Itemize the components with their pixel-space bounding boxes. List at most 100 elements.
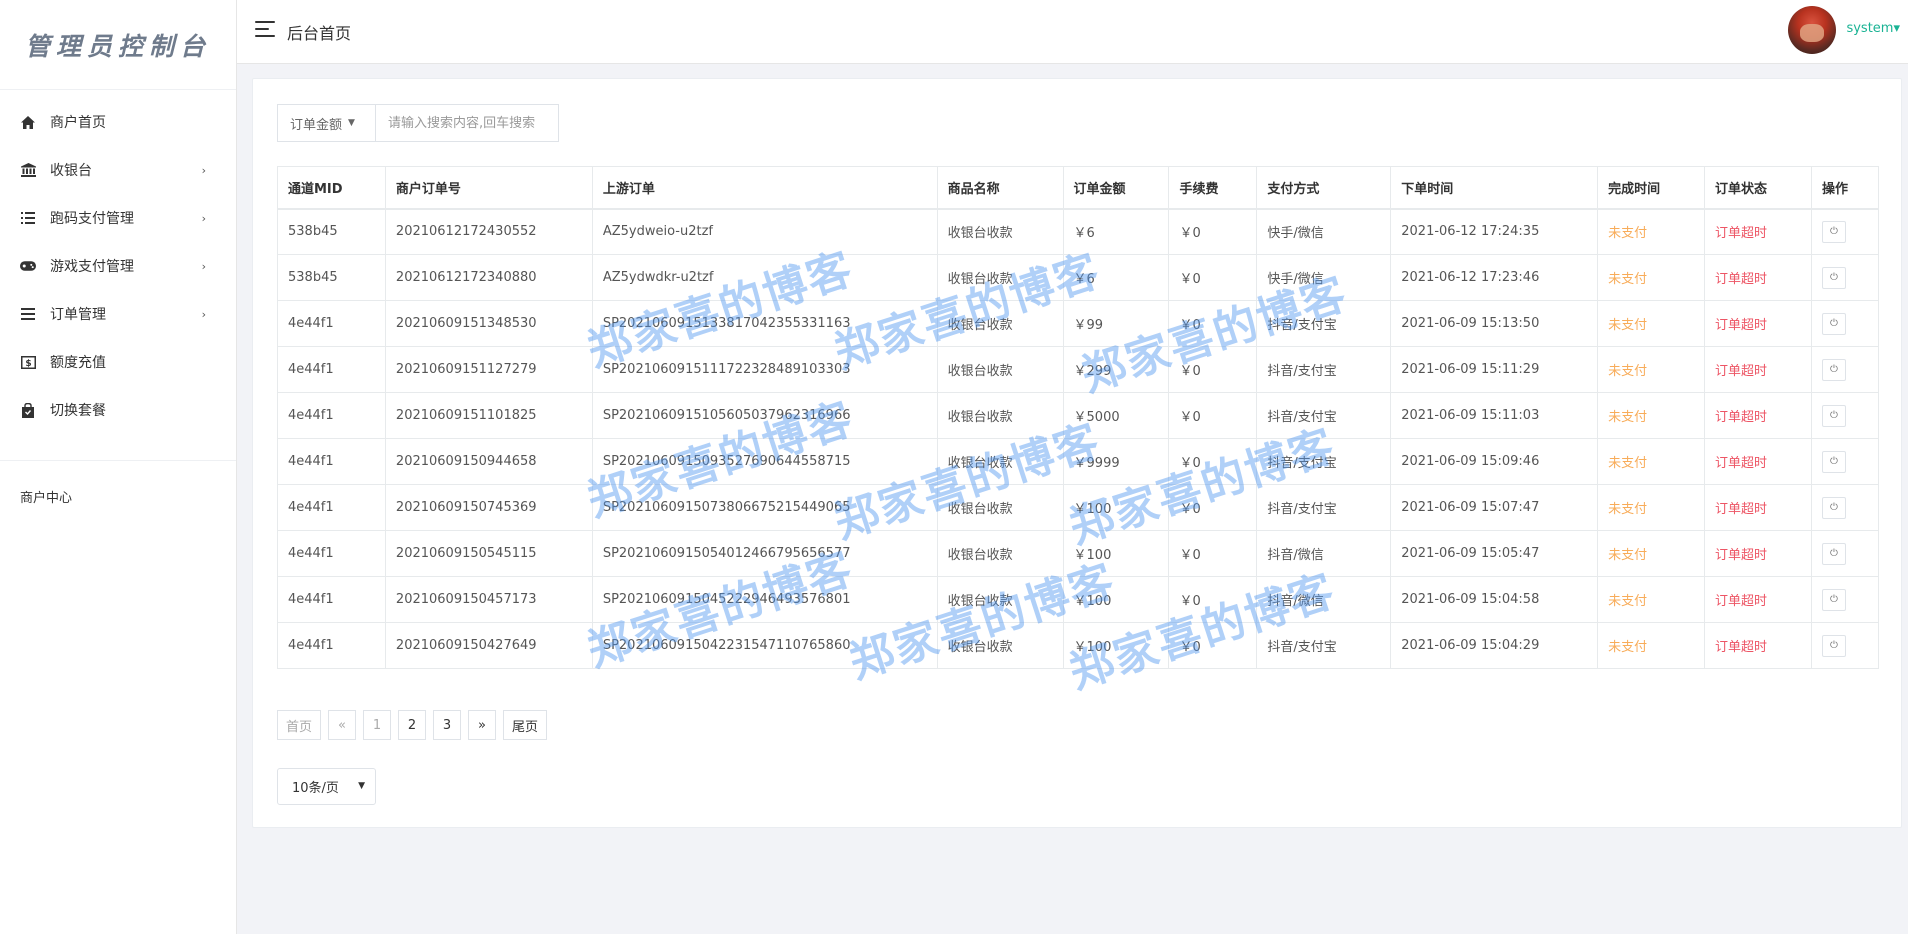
power-icon[interactable]: ⏻ [1821, 496, 1846, 519]
cell-channel-mid: 538b45 [277, 208, 386, 255]
table-body: 538b45 20210612172430552 AZ5ydweio-u2tzf 收银… [277, 208, 1880, 669]
next-page-button[interactable]: » [468, 710, 497, 740]
cell-merchant-order-no: 20210609150427649 [384, 622, 593, 669]
cell-actions: ⏻ [1810, 346, 1880, 393]
sidebar-item-merchant-center[interactable]: 商户中心 [0, 461, 236, 506]
cell-actions: ⏻ [1810, 622, 1880, 669]
cell-merchant-order-no: 20210609150745369 [384, 484, 593, 531]
cell-product-name: 收银台收款 [936, 254, 1064, 301]
power-icon[interactable]: ⏻ [1821, 312, 1846, 335]
table-row: 4e44f1 20210609150545115 SP202106091505401… [277, 530, 1880, 577]
cell-product-name: 收银台收款 [936, 438, 1064, 485]
header-col-payment-method: 支付方式 [1256, 166, 1392, 210]
cell-actions: ⏻ [1810, 208, 1880, 255]
power-icon[interactable]: ⏻ [1821, 266, 1846, 289]
table-row: 4e44f1 20210609150427649 SP202106091504223… [277, 622, 1880, 669]
cell-complete-time: 未支付 [1597, 392, 1706, 439]
cell-merchant-order-no: 20210609150457173 [384, 576, 593, 623]
power-icon[interactable]: ⏻ [1821, 588, 1846, 611]
sidebar-item-label: 商户首页 [50, 115, 106, 131]
cell-upstream-order: SP20210609151056050379623169​66 [591, 392, 938, 439]
cell-upstream-order: SP20210609150540124667956565​77 [591, 530, 938, 577]
sidebar-item-label: 额度充值 [50, 355, 106, 371]
cell-complete-time: 未支付 [1597, 346, 1706, 393]
cell-actions: ⏻ [1810, 576, 1880, 623]
pagination: 首页 « 1 2 3 » 尾页 [277, 710, 554, 740]
table-row: 4e44f1 20210609151348530 SP202106091513381… [277, 300, 1880, 347]
cell-fee: ￥0 [1168, 300, 1258, 347]
avatar[interactable] [1788, 6, 1836, 54]
cell-order-status: 订单超时 [1704, 530, 1812, 577]
cell-channel-mid: 4e44f1 [277, 484, 386, 531]
cell-order-status: 订单超时 [1704, 484, 1812, 531]
cell-complete-time: 未支付 [1597, 300, 1706, 347]
cell-complete-time: 未支付 [1597, 254, 1706, 301]
last-page-button[interactable]: 尾页 [503, 710, 548, 740]
menu-toggle-icon[interactable] [255, 21, 275, 37]
cell-order-amount: ￥299 [1062, 346, 1170, 393]
chevron-right-icon: › [201, 259, 206, 273]
sidebar-item-code-payment[interactable]: 跑码支付管理 › [0, 194, 236, 242]
top-header: 后台首页 system▾ [237, 0, 1908, 64]
cell-fee: ￥0 [1168, 208, 1258, 255]
user-menu[interactable]: system▾ [1846, 21, 1900, 36]
logo-text: 管理员控制台 [24, 31, 211, 61]
chevron-right-icon: › [201, 211, 206, 225]
home-icon [20, 114, 36, 130]
sidebar-item-order-management[interactable]: 订单管理 › [0, 290, 236, 338]
page-title: 后台首页 [287, 24, 352, 43]
power-icon[interactable]: ⏻ [1821, 220, 1846, 243]
prev-page-button[interactable]: « [328, 710, 357, 740]
cell-payment-method: 抖音/微信 [1256, 530, 1392, 577]
header-col-upstream-order: 上游订单 [591, 166, 938, 210]
page-size-select[interactable]: 10条/页 ▼ [277, 768, 376, 805]
cell-complete-time: 未支付 [1597, 484, 1706, 531]
table-row: 4e44f1 20210609150745369 SP202106091507380… [277, 484, 1880, 531]
cell-channel-mid: 4e44f1 [277, 438, 386, 485]
svg-text:$: $ [25, 359, 31, 369]
cell-upstream-order: SP20210609150738066752154490​65 [591, 484, 938, 531]
sidebar-item-merchant-home[interactable]: 商户首页 [0, 98, 236, 146]
page-1-button[interactable]: 1 [363, 710, 392, 740]
sidebar-item-game-payment[interactable]: 游戏支付管理 › [0, 242, 236, 290]
cell-order-status: 订单超时 [1704, 622, 1812, 669]
sidebar-item-label: 跑码支付管理 [50, 211, 134, 227]
power-icon[interactable]: ⏻ [1821, 634, 1846, 657]
sidebar-item-quota-recharge[interactable]: $ 额度充值 [0, 338, 236, 386]
page-3-button[interactable]: 3 [433, 710, 462, 740]
sidebar-item-label: 收银台 [50, 163, 92, 179]
cell-merchant-order-no: 20210612172430552 [384, 208, 593, 255]
first-page-button[interactable]: 首页 [277, 710, 322, 740]
power-icon[interactable]: ⏻ [1821, 358, 1846, 381]
power-icon[interactable]: ⏻ [1821, 404, 1846, 427]
search-input[interactable] [376, 105, 558, 141]
table-row: 538b45 20210612172430552 AZ5ydweio-u2tzf 收银… [277, 208, 1880, 255]
cell-fee: ￥0 [1168, 576, 1258, 623]
sidebar-menu: 商户首页 收银台 › 跑码支付管理 › 游戏支付管理 › 订单管理 › $ 额度… [0, 90, 236, 434]
logo[interactable]: 管理员控制台 [0, 0, 236, 90]
menu-icon [20, 306, 36, 322]
cell-complete-time: 未支付 [1597, 530, 1706, 577]
power-icon[interactable]: ⏻ [1821, 542, 1846, 565]
table-row: 4e44f1 20210609151127279 SP202106091511172… [277, 346, 1880, 393]
cell-payment-method: 抖音/支付宝 [1256, 300, 1392, 347]
search-field-select[interactable]: 订单金额 ▼ [278, 105, 376, 141]
cell-order-status: 订单超时 [1704, 254, 1812, 301]
order-table: 通道MID 商户订单号 上游订单 商品名称 订单金额 手续费 支付方式 下单时间 完成时间 订单状… [277, 166, 1880, 669]
sidebar-item-cashier[interactable]: 收银台 › [0, 146, 236, 194]
power-icon[interactable]: ⏻ [1821, 450, 1846, 473]
page-2-button[interactable]: 2 [398, 710, 427, 740]
cell-channel-mid: 4e44f1 [277, 576, 386, 623]
cell-upstream-order: SP20210609150422315471107658​60 [591, 622, 938, 669]
sidebar-item-label: 游戏支付管理 [50, 259, 134, 275]
cell-product-name: 收银台收款 [936, 484, 1064, 531]
cell-order-status: 订单超时 [1704, 346, 1812, 393]
cell-order-time: 2021-06-09 15:07:47 [1390, 484, 1599, 531]
cell-fee: ￥0 [1168, 530, 1258, 577]
header-col-fee: 手续费 [1168, 166, 1258, 210]
header-col-merchant-order-no: 商户订单号 [384, 166, 593, 210]
sidebar-item-switch-plan[interactable]: 切换套餐 [0, 386, 236, 434]
cell-payment-method: 快手/微信 [1256, 208, 1392, 255]
header-col-order-time: 下单时间 [1390, 166, 1599, 210]
search-field-label: 订单金额 [290, 117, 343, 133]
